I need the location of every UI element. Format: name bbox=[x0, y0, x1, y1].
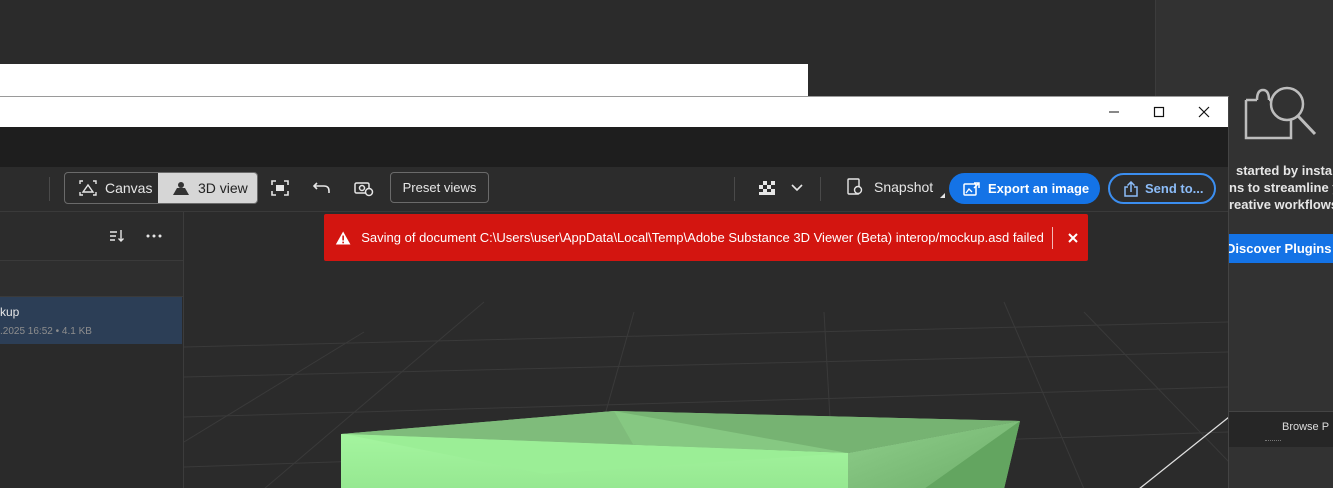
3d-view-tab-label: 3D view bbox=[198, 180, 248, 196]
close-icon bbox=[1068, 232, 1079, 243]
undo-icon bbox=[313, 182, 330, 193]
close-toast-button[interactable] bbox=[1059, 223, 1088, 253]
plugins-intro-line-1: started by installin bbox=[1236, 163, 1333, 178]
background-dropdown-button[interactable] bbox=[784, 175, 810, 201]
document-name: kup bbox=[0, 305, 20, 319]
3d-view-tab[interactable]: 3D view bbox=[158, 173, 257, 203]
checkerboard-icon bbox=[759, 181, 775, 195]
sort-icon bbox=[110, 230, 124, 242]
alert-icon bbox=[335, 230, 351, 245]
corner-triangle-icon bbox=[940, 192, 946, 198]
background-settings-button[interactable] bbox=[754, 175, 780, 201]
menu-bar bbox=[0, 127, 1228, 167]
camera-settings-button[interactable] bbox=[351, 175, 377, 201]
camera-gear-icon bbox=[354, 182, 374, 197]
documents-panel-subheader bbox=[0, 261, 183, 297]
canvas-icon bbox=[79, 180, 97, 196]
browse-plugins-button[interactable]: Browse P bbox=[1282, 418, 1333, 436]
maximize-button[interactable] bbox=[1136, 97, 1182, 127]
frame-view-button[interactable] bbox=[267, 175, 293, 201]
documents-panel-header bbox=[0, 212, 183, 261]
frame-icon bbox=[271, 180, 289, 196]
export-image-button[interactable]: Export an image bbox=[949, 173, 1100, 204]
canvas-tab-label: Canvas bbox=[105, 180, 153, 196]
send-to-button[interactable]: Send to... bbox=[1108, 173, 1216, 204]
snapshot-button[interactable]: Snapshot bbox=[846, 172, 946, 202]
sort-button[interactable] bbox=[104, 223, 130, 249]
toolbar-divider bbox=[49, 177, 50, 201]
close-window-button[interactable] bbox=[1181, 97, 1227, 127]
viewer-window: Canvas 3D view Preset views Snapshot Exp… bbox=[0, 96, 1229, 488]
maximize-icon bbox=[1153, 106, 1165, 118]
discover-plugins-button[interactable]: Discover Plugins bbox=[1216, 234, 1333, 263]
documents-panel: kup .2025 16:52 • 4.1 KB bbox=[0, 212, 184, 488]
snapshot-icon bbox=[847, 178, 863, 195]
axis-line bbox=[1139, 416, 1228, 488]
plugins-intro-line-2: ns to streamline yo bbox=[1229, 180, 1333, 195]
error-toast: Saving of document C:\Users\user\AppData… bbox=[324, 214, 1088, 261]
error-message: Saving of document C:\Users\user\AppData… bbox=[361, 230, 1044, 245]
resize-grip[interactable] bbox=[1265, 440, 1281, 443]
preset-views-button[interactable]: Preset views bbox=[390, 172, 489, 203]
snapshot-label: Snapshot bbox=[874, 179, 934, 195]
main-toolbar: Canvas 3D view Preset views Snapshot Exp… bbox=[0, 167, 1228, 212]
toolbar-divider bbox=[820, 177, 821, 201]
more-options-button[interactable] bbox=[141, 223, 167, 249]
canvas-tab[interactable]: Canvas bbox=[65, 173, 158, 203]
toast-divider bbox=[1051, 226, 1053, 249]
close-icon bbox=[1198, 106, 1210, 118]
plugin-search-icon bbox=[1243, 80, 1323, 142]
view-mode-toggle: Canvas 3D view bbox=[64, 172, 258, 204]
plugins-intro-line-3: reative workflows. bbox=[1229, 197, 1333, 212]
window-titlebar bbox=[0, 97, 1228, 127]
minimize-icon bbox=[1109, 111, 1119, 113]
chevron-down-icon bbox=[791, 184, 803, 192]
background-document-page bbox=[0, 64, 808, 97]
reset-view-button[interactable] bbox=[309, 175, 335, 201]
minimize-button[interactable] bbox=[1091, 97, 1137, 127]
export-image-label: Export an image bbox=[988, 181, 1090, 196]
export-image-icon bbox=[963, 181, 980, 196]
send-to-label: Send to... bbox=[1145, 181, 1204, 196]
share-icon bbox=[1124, 180, 1138, 197]
document-meta: .2025 16:52 • 4.1 KB bbox=[0, 326, 92, 337]
green-box-model bbox=[341, 411, 1020, 488]
toolbar-divider bbox=[734, 177, 735, 201]
document-list-item[interactable]: kup .2025 16:52 • 4.1 KB bbox=[0, 297, 182, 344]
3d-view-icon bbox=[173, 182, 189, 195]
more-icon bbox=[146, 234, 162, 238]
